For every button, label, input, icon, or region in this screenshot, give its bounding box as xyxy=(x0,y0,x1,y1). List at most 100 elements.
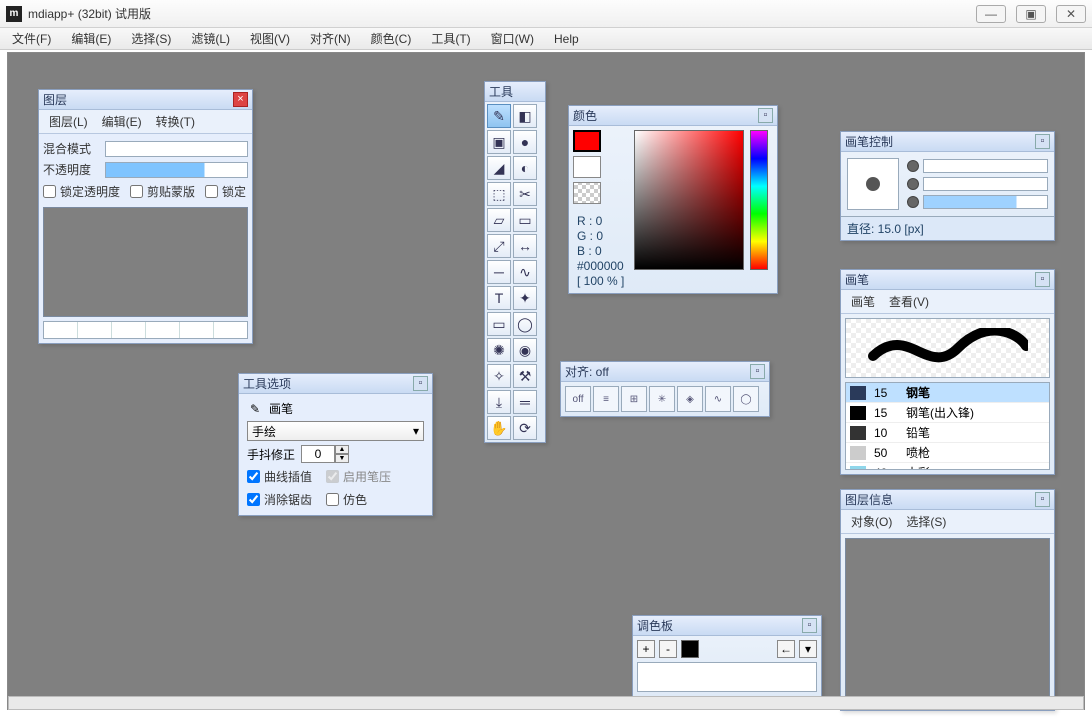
menu-edit[interactable]: 编辑(E) xyxy=(63,28,119,49)
palette-close-icon[interactable]: ▫ xyxy=(802,618,817,633)
draw-mode-select[interactable]: 手绘▾ xyxy=(247,421,424,441)
brush-row[interactable]: 10铅笔 xyxy=(846,423,1049,443)
ruler-icon[interactable]: ═ xyxy=(513,390,537,414)
palette-swatch-black[interactable] xyxy=(681,640,699,658)
layer-segment-bar[interactable] xyxy=(43,321,248,339)
menu-help[interactable]: Help xyxy=(546,30,587,48)
line-icon[interactable]: ─ xyxy=(487,260,511,284)
menu-view[interactable]: 视图(V) xyxy=(242,28,298,49)
brush-header[interactable]: 画笔 ▫ xyxy=(841,270,1054,290)
text-icon[interactable]: T xyxy=(487,286,511,310)
wand-icon[interactable]: ✧ xyxy=(487,364,511,388)
brush-list[interactable]: 15钢笔15钢笔(出入锋)10铅笔50喷枪40水彩 xyxy=(845,382,1050,470)
maximize-button[interactable]: ▣ xyxy=(1016,5,1046,23)
layer-thumbnail-area[interactable] xyxy=(43,207,248,317)
snap-vanish-icon[interactable]: ◈ xyxy=(677,386,703,412)
perspective-icon[interactable]: ▭ xyxy=(513,208,537,232)
palette-header[interactable]: 调色板 ▫ xyxy=(633,616,821,636)
hand-icon[interactable]: ✋ xyxy=(487,416,511,440)
foreground-swatch[interactable] xyxy=(573,130,601,152)
layers-panel-header[interactable]: 图层 × xyxy=(39,90,252,110)
snap-grid-icon[interactable]: ⊞ xyxy=(621,386,647,412)
color-header[interactable]: 颜色 ▫ xyxy=(569,106,777,126)
antialias-checkbox[interactable]: 消除锯齿 xyxy=(247,490,312,509)
layer-info-close-icon[interactable]: ▫ xyxy=(1035,492,1050,507)
transform-icon[interactable]: ▱ xyxy=(487,208,511,232)
snap-radial-icon[interactable]: ✳ xyxy=(649,386,675,412)
brush-control-close-icon[interactable]: ▫ xyxy=(1035,134,1050,149)
pen-icon[interactable]: ✎ xyxy=(487,104,511,128)
menu-tool[interactable]: 工具(T) xyxy=(423,28,478,49)
palette-remove-button[interactable]: - xyxy=(659,640,677,658)
tool-options-header[interactable]: 工具选项 ▫ xyxy=(239,374,432,394)
lock-checkbox[interactable]: 锁定 xyxy=(205,182,246,201)
curve-interp-checkbox[interactable]: 曲线插值 xyxy=(247,467,312,486)
menu-file[interactable]: 文件(F) xyxy=(4,28,59,49)
eyedropper-icon[interactable]: ⤓ xyxy=(487,390,511,414)
brush-row[interactable]: 15钢笔 xyxy=(846,383,1049,403)
brush-size-slider[interactable] xyxy=(923,159,1048,173)
select-lasso-icon[interactable]: ✂ xyxy=(513,182,537,206)
menu-color[interactable]: 颜色(C) xyxy=(363,28,420,49)
gradient-icon[interactable]: ◢ xyxy=(487,156,511,180)
focus-icon[interactable]: ◉ xyxy=(513,338,537,362)
brush-row[interactable]: 50喷枪 xyxy=(846,443,1049,463)
menu-select[interactable]: 选择(S) xyxy=(123,28,179,49)
menu-snap[interactable]: 对齐(N) xyxy=(302,28,359,49)
brush-density-slider[interactable] xyxy=(923,195,1048,209)
spin-down-icon[interactable]: ▼ xyxy=(335,454,349,463)
brush-control-header[interactable]: 画笔控制 ▫ xyxy=(841,132,1054,152)
clip-mask-checkbox[interactable]: 剪贴蒙版 xyxy=(130,182,195,201)
select-rect-icon[interactable]: ⬚ xyxy=(487,182,511,206)
snap-header[interactable]: 对齐: off ▫ xyxy=(561,362,769,382)
snap-close-icon[interactable]: ▫ xyxy=(750,364,765,379)
hue-slider[interactable] xyxy=(750,130,768,270)
move-icon[interactable]: ↔ xyxy=(513,234,537,258)
snap-curve-icon[interactable]: ∿ xyxy=(705,386,731,412)
transparent-swatch[interactable] xyxy=(573,182,601,204)
sv-picker[interactable] xyxy=(634,130,744,270)
polygon-icon[interactable]: ◯ xyxy=(513,312,537,336)
spin-up-icon[interactable]: ▲ xyxy=(335,445,349,454)
minimize-button[interactable]: — xyxy=(976,5,1006,23)
brush-row[interactable]: 15钢笔(出入锋) xyxy=(846,403,1049,423)
snap-off-button[interactable]: off xyxy=(565,386,591,412)
color-close-icon[interactable]: ▫ xyxy=(758,108,773,123)
rotate-icon[interactable]: ⟳ xyxy=(513,416,537,440)
workspace-scrollbar[interactable] xyxy=(8,696,1084,710)
brush-row[interactable]: 40水彩 xyxy=(846,463,1049,470)
layers-close-icon[interactable]: × xyxy=(233,92,248,107)
smudge-icon[interactable]: ● xyxy=(513,130,537,154)
brush-menu-brush[interactable]: 画笔 xyxy=(845,292,881,311)
background-swatch[interactable] xyxy=(573,156,601,178)
fill-icon[interactable]: ▣ xyxy=(487,130,511,154)
layer-info-header[interactable]: 图层信息 ▫ xyxy=(841,490,1054,510)
snap-parallel-icon[interactable]: ≡ xyxy=(593,386,619,412)
layers-menu-edit[interactable]: 编辑(E) xyxy=(96,112,148,131)
shape-icon[interactable]: ✦ xyxy=(513,286,537,310)
layer-info-menu-select[interactable]: 选择(S) xyxy=(900,512,952,531)
blend-mode-select[interactable] xyxy=(105,141,248,157)
snap-ellipse-icon[interactable]: ◯ xyxy=(733,386,759,412)
tool-options-close-icon[interactable]: ▫ xyxy=(413,376,428,391)
eraser-icon[interactable]: ◧ xyxy=(513,104,537,128)
palette-prev-button[interactable]: ← xyxy=(777,640,795,658)
dither-checkbox[interactable]: 仿色 xyxy=(326,490,367,509)
brush-menu-view[interactable]: 查看(V) xyxy=(883,292,935,311)
knife-icon[interactable]: ⚒ xyxy=(513,364,537,388)
menu-window[interactable]: 窗口(W) xyxy=(483,28,542,49)
tools-header[interactable]: 工具 xyxy=(485,82,545,102)
brush-close-icon[interactable]: ▫ xyxy=(1035,272,1050,287)
close-button[interactable]: ✕ xyxy=(1056,5,1086,23)
layers-menu-convert[interactable]: 转换(T) xyxy=(150,112,201,131)
brush-opacity-slider[interactable] xyxy=(923,177,1048,191)
layers-menu-layer[interactable]: 图层(L) xyxy=(43,112,94,131)
measure-icon[interactable]: ⤢ xyxy=(487,234,511,258)
rect-icon[interactable]: ▭ xyxy=(487,312,511,336)
palette-menu-button[interactable]: ▾ xyxy=(799,640,817,658)
burst-icon[interactable]: ✺ xyxy=(487,338,511,362)
opacity-slider[interactable] xyxy=(105,162,248,178)
layer-info-menu-object[interactable]: 对象(O) xyxy=(845,512,898,531)
menu-filter[interactable]: 滤镜(L) xyxy=(183,28,238,49)
shade-icon[interactable]: ◐ xyxy=(513,156,537,180)
